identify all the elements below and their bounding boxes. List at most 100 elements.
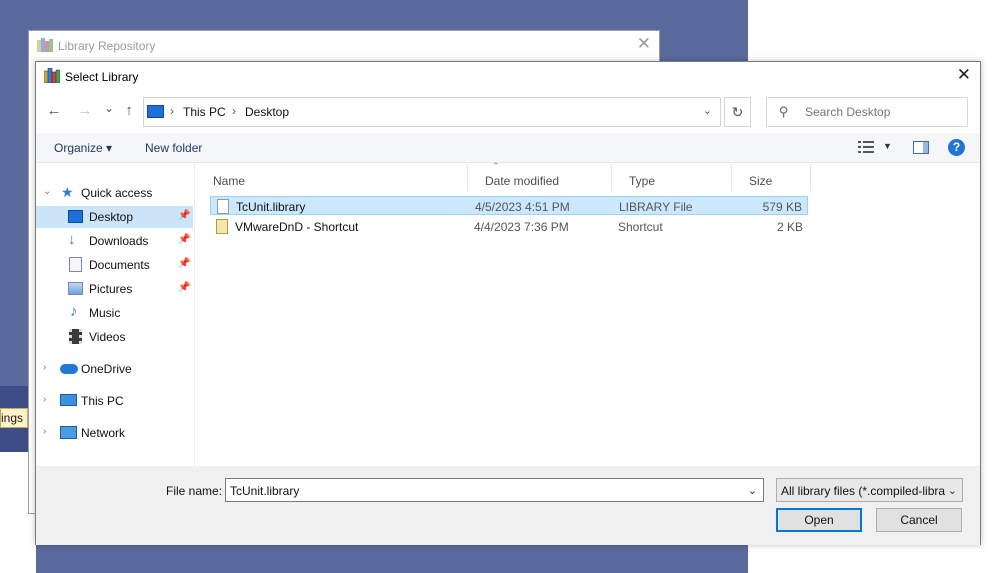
chevron-down-icon[interactable]: ⌄: [43, 186, 51, 197]
sidebar-item-label: This PC: [81, 394, 124, 408]
chevron-down-icon[interactable]: ⌄: [948, 484, 957, 497]
sidebar-item-desktop[interactable]: Desktop 📌: [36, 206, 193, 228]
network-icon: [60, 426, 77, 439]
refresh-button[interactable]: ↻: [724, 97, 751, 127]
up-arrow-icon[interactable]: ↑: [118, 102, 140, 119]
pin-icon[interactable]: 📌: [178, 258, 190, 269]
sidebar-item-label: Desktop: [89, 210, 134, 224]
computer-icon: [60, 394, 77, 406]
chevron-right-icon[interactable]: ›: [43, 394, 46, 405]
select-library-dialog: Select Library ✕ ← → ⌄ ↑ › This PC › Des…: [35, 61, 981, 545]
sidebar-item-downloads[interactable]: ↓ Downloads 📌: [36, 230, 193, 252]
file-type: Shortcut: [618, 220, 663, 234]
books-icon: [44, 68, 60, 83]
cloud-icon: [60, 364, 78, 374]
organize-button[interactable]: Organize ▾: [54, 141, 112, 155]
dialog-footer: File name: TcUnit.library ⌄ All library …: [36, 466, 980, 545]
navigation-bar: ← → ⌄ ↑ › This PC › Desktop ⌄ ↻ ⚲: [36, 92, 980, 132]
cancel-button[interactable]: Cancel: [876, 508, 962, 532]
search-input[interactable]: [805, 105, 955, 119]
file-type-filter-value: All library files (*.compiled-library): [781, 484, 945, 498]
sidebar-item-label: Network: [81, 426, 126, 440]
sidebar-item-documents[interactable]: Documents 📌: [36, 254, 193, 276]
chevron-down-icon[interactable]: ⌄: [703, 104, 712, 117]
sidebar-item-label: Videos: [89, 330, 126, 344]
background-tooltip: ings: [0, 408, 28, 428]
sidebar-item-label: Quick access: [81, 186, 153, 200]
desktop-icon: [147, 105, 164, 118]
file-name-label: File name:: [166, 484, 223, 498]
file-size: 579 KB: [762, 200, 802, 214]
preview-pane-icon[interactable]: [913, 141, 929, 154]
search-box[interactable]: ⚲: [766, 97, 968, 127]
download-icon: ↓: [68, 231, 76, 248]
sidebar-item-network[interactable]: › Network: [36, 422, 193, 444]
sidebar-item-onedrive[interactable]: › OneDrive: [36, 358, 193, 380]
chevron-right-icon[interactable]: ›: [43, 426, 46, 437]
file-icon: [217, 199, 229, 214]
sidebar-item-this-pc[interactable]: › This PC: [36, 390, 193, 412]
library-repository-titlebar: Library Repository ✕: [29, 31, 659, 59]
file-row[interactable]: VMwareDnD - Shortcut 4/4/2023 7:36 PM Sh…: [210, 217, 808, 236]
forward-arrow-icon[interactable]: →: [74, 102, 96, 119]
file-date: 4/5/2023 4:51 PM: [475, 200, 570, 214]
sidebar-item-videos[interactable]: Videos: [36, 326, 193, 348]
navigation-pane: ⌄ ★ Quick access Desktop 📌 ↓ Downloads 📌…: [36, 164, 193, 464]
file-list: ⌃ Name Date modified Type Size TcUnit.li…: [196, 161, 982, 466]
breadcrumb-desktop[interactable]: Desktop: [245, 105, 289, 119]
file-name-value: TcUnit.library: [230, 484, 300, 498]
column-header-size[interactable]: Size: [732, 164, 811, 190]
view-options-icon[interactable]: [858, 141, 874, 153]
command-toolbar: Organize ▾ New folder ▼ ?: [36, 133, 980, 163]
file-name: TcUnit.library: [236, 200, 306, 214]
chevron-right-icon[interactable]: ›: [43, 362, 46, 373]
sidebar-item-label: Music: [89, 306, 121, 320]
pin-icon[interactable]: 📌: [178, 234, 190, 245]
column-header-date[interactable]: Date modified: [468, 164, 612, 190]
sidebar-item-label: Pictures: [89, 282, 133, 296]
file-type: LIBRARY File: [619, 200, 693, 214]
dialog-titlebar: Select Library ✕: [36, 62, 980, 90]
file-type-filter[interactable]: All library files (*.compiled-library) ⌄: [776, 478, 963, 502]
view-dropdown-icon[interactable]: ▼: [883, 141, 892, 151]
pin-icon[interactable]: 📌: [178, 282, 190, 293]
star-icon: ★: [61, 184, 74, 200]
recent-locations-icon[interactable]: ⌄: [98, 101, 120, 115]
sidebar-item-pictures[interactable]: Pictures 📌: [36, 278, 193, 300]
shortcut-icon: [216, 219, 228, 234]
documents-icon: [69, 257, 82, 272]
file-size: 2 KB: [776, 220, 803, 234]
chevron-down-icon[interactable]: ⌄: [748, 484, 757, 497]
library-repository-title: Library Repository: [58, 39, 156, 53]
sidebar-item-label: OneDrive: [81, 362, 132, 376]
sidebar-item-label: Downloads: [89, 234, 149, 248]
breadcrumb-this-pc[interactable]: This PC: [183, 105, 226, 119]
file-row[interactable]: TcUnit.library 4/5/2023 4:51 PM LIBRARY …: [210, 196, 808, 215]
pin-icon[interactable]: 📌: [178, 210, 190, 221]
file-name: VMwareDnD - Shortcut: [235, 220, 359, 234]
file-date: 4/4/2023 7:36 PM: [474, 220, 569, 234]
search-icon: ⚲: [779, 104, 789, 119]
breadcrumb-separator-icon: ›: [232, 104, 236, 118]
column-header-type[interactable]: Type: [612, 164, 732, 190]
address-bar[interactable]: › This PC › Desktop ⌄: [143, 97, 721, 127]
help-icon[interactable]: ?: [948, 139, 965, 156]
desktop-icon: [68, 210, 83, 223]
pane-divider[interactable]: [194, 164, 195, 466]
new-folder-button[interactable]: New folder: [145, 141, 202, 155]
dialog-title: Select Library: [65, 70, 139, 84]
back-arrow-icon[interactable]: ←: [43, 102, 65, 119]
pictures-icon: [68, 282, 83, 295]
sidebar-item-music[interactable]: ♪ Music: [36, 302, 193, 324]
open-button[interactable]: Open: [776, 508, 862, 532]
column-header-name[interactable]: Name: [196, 164, 468, 190]
sidebar-item-quick-access[interactable]: ⌄ ★ Quick access: [36, 182, 193, 204]
books-icon: [37, 38, 53, 52]
close-icon[interactable]: ✕: [957, 65, 971, 85]
close-icon[interactable]: ✕: [637, 34, 651, 54]
sidebar-item-label: Documents: [89, 258, 150, 272]
file-name-field[interactable]: TcUnit.library ⌄: [225, 478, 764, 502]
breadcrumb-separator-icon: ›: [170, 104, 174, 118]
music-icon: ♪: [70, 303, 78, 320]
videos-icon: [69, 329, 82, 344]
